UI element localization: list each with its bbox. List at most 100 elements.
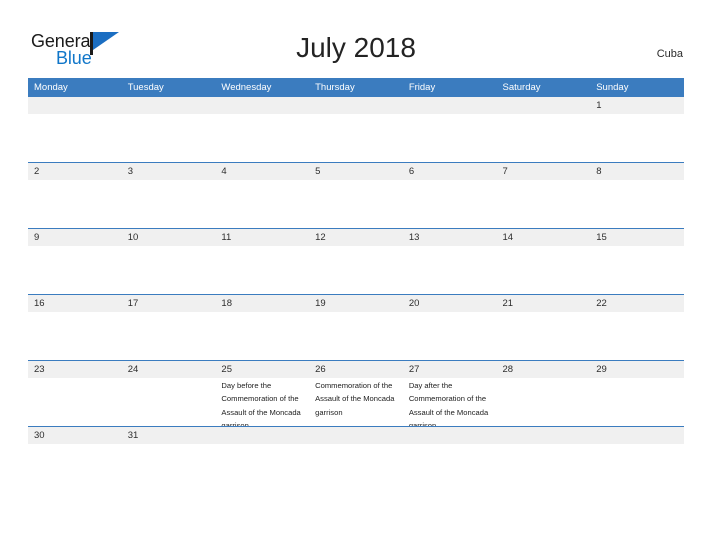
day-event-text xyxy=(590,180,684,228)
day-number[interactable] xyxy=(28,97,122,114)
day-event-text xyxy=(215,180,309,228)
day-event-text xyxy=(309,180,403,228)
day-event-text xyxy=(122,378,216,426)
week-event-band xyxy=(28,180,684,229)
day-event-text xyxy=(28,378,122,426)
day-number[interactable]: 24 xyxy=(122,361,216,378)
day-number[interactable] xyxy=(215,97,309,114)
day-number[interactable] xyxy=(403,97,497,114)
day-number[interactable]: 12 xyxy=(309,229,403,246)
day-number[interactable]: 27 xyxy=(403,361,497,378)
day-number[interactable]: 31 xyxy=(122,427,216,444)
day-number[interactable]: 3 xyxy=(122,163,216,180)
day-number[interactable]: 15 xyxy=(590,229,684,246)
day-number[interactable]: 11 xyxy=(215,229,309,246)
weekday-header-tuesday: Tuesday xyxy=(127,82,164,93)
weekday-header-thursday: Thursday xyxy=(315,82,355,93)
day-number[interactable]: 17 xyxy=(122,295,216,312)
day-event-text xyxy=(28,246,122,294)
day-number[interactable]: 10 xyxy=(122,229,216,246)
day-number[interactable]: 16 xyxy=(28,295,122,312)
calendar-week-row: 1 xyxy=(28,97,684,163)
calendar-week-row: 30 31 xyxy=(28,427,684,444)
day-event-text xyxy=(309,114,403,162)
day-event-text xyxy=(590,246,684,294)
week-date-band: 23 24 25 26 27 28 29 xyxy=(28,361,684,378)
day-number[interactable]: 21 xyxy=(497,295,591,312)
day-number[interactable]: 20 xyxy=(403,295,497,312)
calendar-page: General Blue July 2018 Cuba Monday Tuesd… xyxy=(0,0,712,550)
day-event-text xyxy=(28,312,122,360)
day-number[interactable]: 14 xyxy=(497,229,591,246)
day-number[interactable]: 18 xyxy=(215,295,309,312)
day-number[interactable]: 30 xyxy=(28,427,122,444)
day-event-text xyxy=(28,114,122,162)
weekday-header-monday: Monday xyxy=(34,82,68,93)
day-event-text: Day before the Commemoration of the Assa… xyxy=(221,381,301,426)
day-event-text: Commemoration of the Assault of the Monc… xyxy=(315,381,395,417)
day-number[interactable]: 28 xyxy=(497,361,591,378)
day-number[interactable] xyxy=(590,427,684,444)
week-event-band: Day before the Commemoration of the Assa… xyxy=(28,378,684,427)
calendar-week-row: 23 24 25 26 27 28 29 Day before the Comm… xyxy=(28,361,684,427)
day-number[interactable] xyxy=(215,427,309,444)
day-number[interactable]: 4 xyxy=(215,163,309,180)
day-event-text xyxy=(122,180,216,228)
day-number[interactable]: 5 xyxy=(309,163,403,180)
day-number[interactable] xyxy=(497,427,591,444)
day-event-text: Day after the Commemoration of the Assau… xyxy=(408,381,489,426)
day-event-text xyxy=(215,312,309,360)
day-number[interactable]: 25 xyxy=(215,361,309,378)
day-number[interactable]: 9 xyxy=(28,229,122,246)
week-event-band xyxy=(28,246,684,295)
day-number[interactable] xyxy=(122,97,216,114)
day-number[interactable]: 7 xyxy=(497,163,591,180)
day-event-text xyxy=(497,378,591,426)
weekday-header-friday: Friday xyxy=(408,82,436,93)
day-event-text xyxy=(215,114,309,162)
day-event-text xyxy=(403,246,497,294)
week-date-band: 30 31 xyxy=(28,427,684,444)
page-header: General Blue July 2018 Cuba xyxy=(0,0,712,76)
day-event-text xyxy=(309,312,403,360)
day-event-text xyxy=(122,114,216,162)
day-event-text xyxy=(122,246,216,294)
day-event-text xyxy=(403,114,497,162)
day-number[interactable]: 29 xyxy=(590,361,684,378)
day-event-text xyxy=(403,180,497,228)
day-event-text xyxy=(122,312,216,360)
day-number[interactable]: 23 xyxy=(28,361,122,378)
calendar-week-row: 2 3 4 5 6 7 8 xyxy=(28,163,684,229)
day-event-text xyxy=(497,180,591,228)
day-event-text xyxy=(497,312,591,360)
day-number[interactable] xyxy=(403,427,497,444)
week-date-band: 9 10 11 12 13 14 15 xyxy=(28,229,684,246)
weekday-header-row: Monday Tuesday Wednesday Thursday Friday… xyxy=(28,78,684,97)
day-event-text xyxy=(590,114,684,162)
region-label: Cuba xyxy=(656,48,683,60)
day-number[interactable]: 22 xyxy=(590,295,684,312)
week-date-band: 2 3 4 5 6 7 8 xyxy=(28,163,684,180)
day-number[interactable]: 2 xyxy=(28,163,122,180)
calendar-week-row: 16 17 18 19 20 21 22 xyxy=(28,295,684,361)
weekday-header-sunday: Sunday xyxy=(596,82,629,93)
day-number[interactable]: 13 xyxy=(403,229,497,246)
day-event-text xyxy=(215,246,309,294)
day-number[interactable] xyxy=(497,97,591,114)
week-event-band xyxy=(28,312,684,361)
calendar-week-row: 9 10 11 12 13 14 15 xyxy=(28,229,684,295)
weekday-header-wednesday: Wednesday xyxy=(221,82,272,93)
week-event-band xyxy=(28,114,684,163)
day-number[interactable]: 6 xyxy=(403,163,497,180)
day-number[interactable] xyxy=(309,97,403,114)
day-number[interactable]: 8 xyxy=(590,163,684,180)
day-number[interactable]: 19 xyxy=(309,295,403,312)
day-number[interactable] xyxy=(309,427,403,444)
day-event-text xyxy=(590,378,684,426)
page-title: July 2018 xyxy=(296,32,416,63)
calendar-grid: Monday Tuesday Wednesday Thursday Friday… xyxy=(28,78,684,444)
day-number[interactable]: 1 xyxy=(590,97,684,114)
day-number[interactable]: 26 xyxy=(309,361,403,378)
day-event-text xyxy=(309,246,403,294)
day-event-text xyxy=(497,246,591,294)
